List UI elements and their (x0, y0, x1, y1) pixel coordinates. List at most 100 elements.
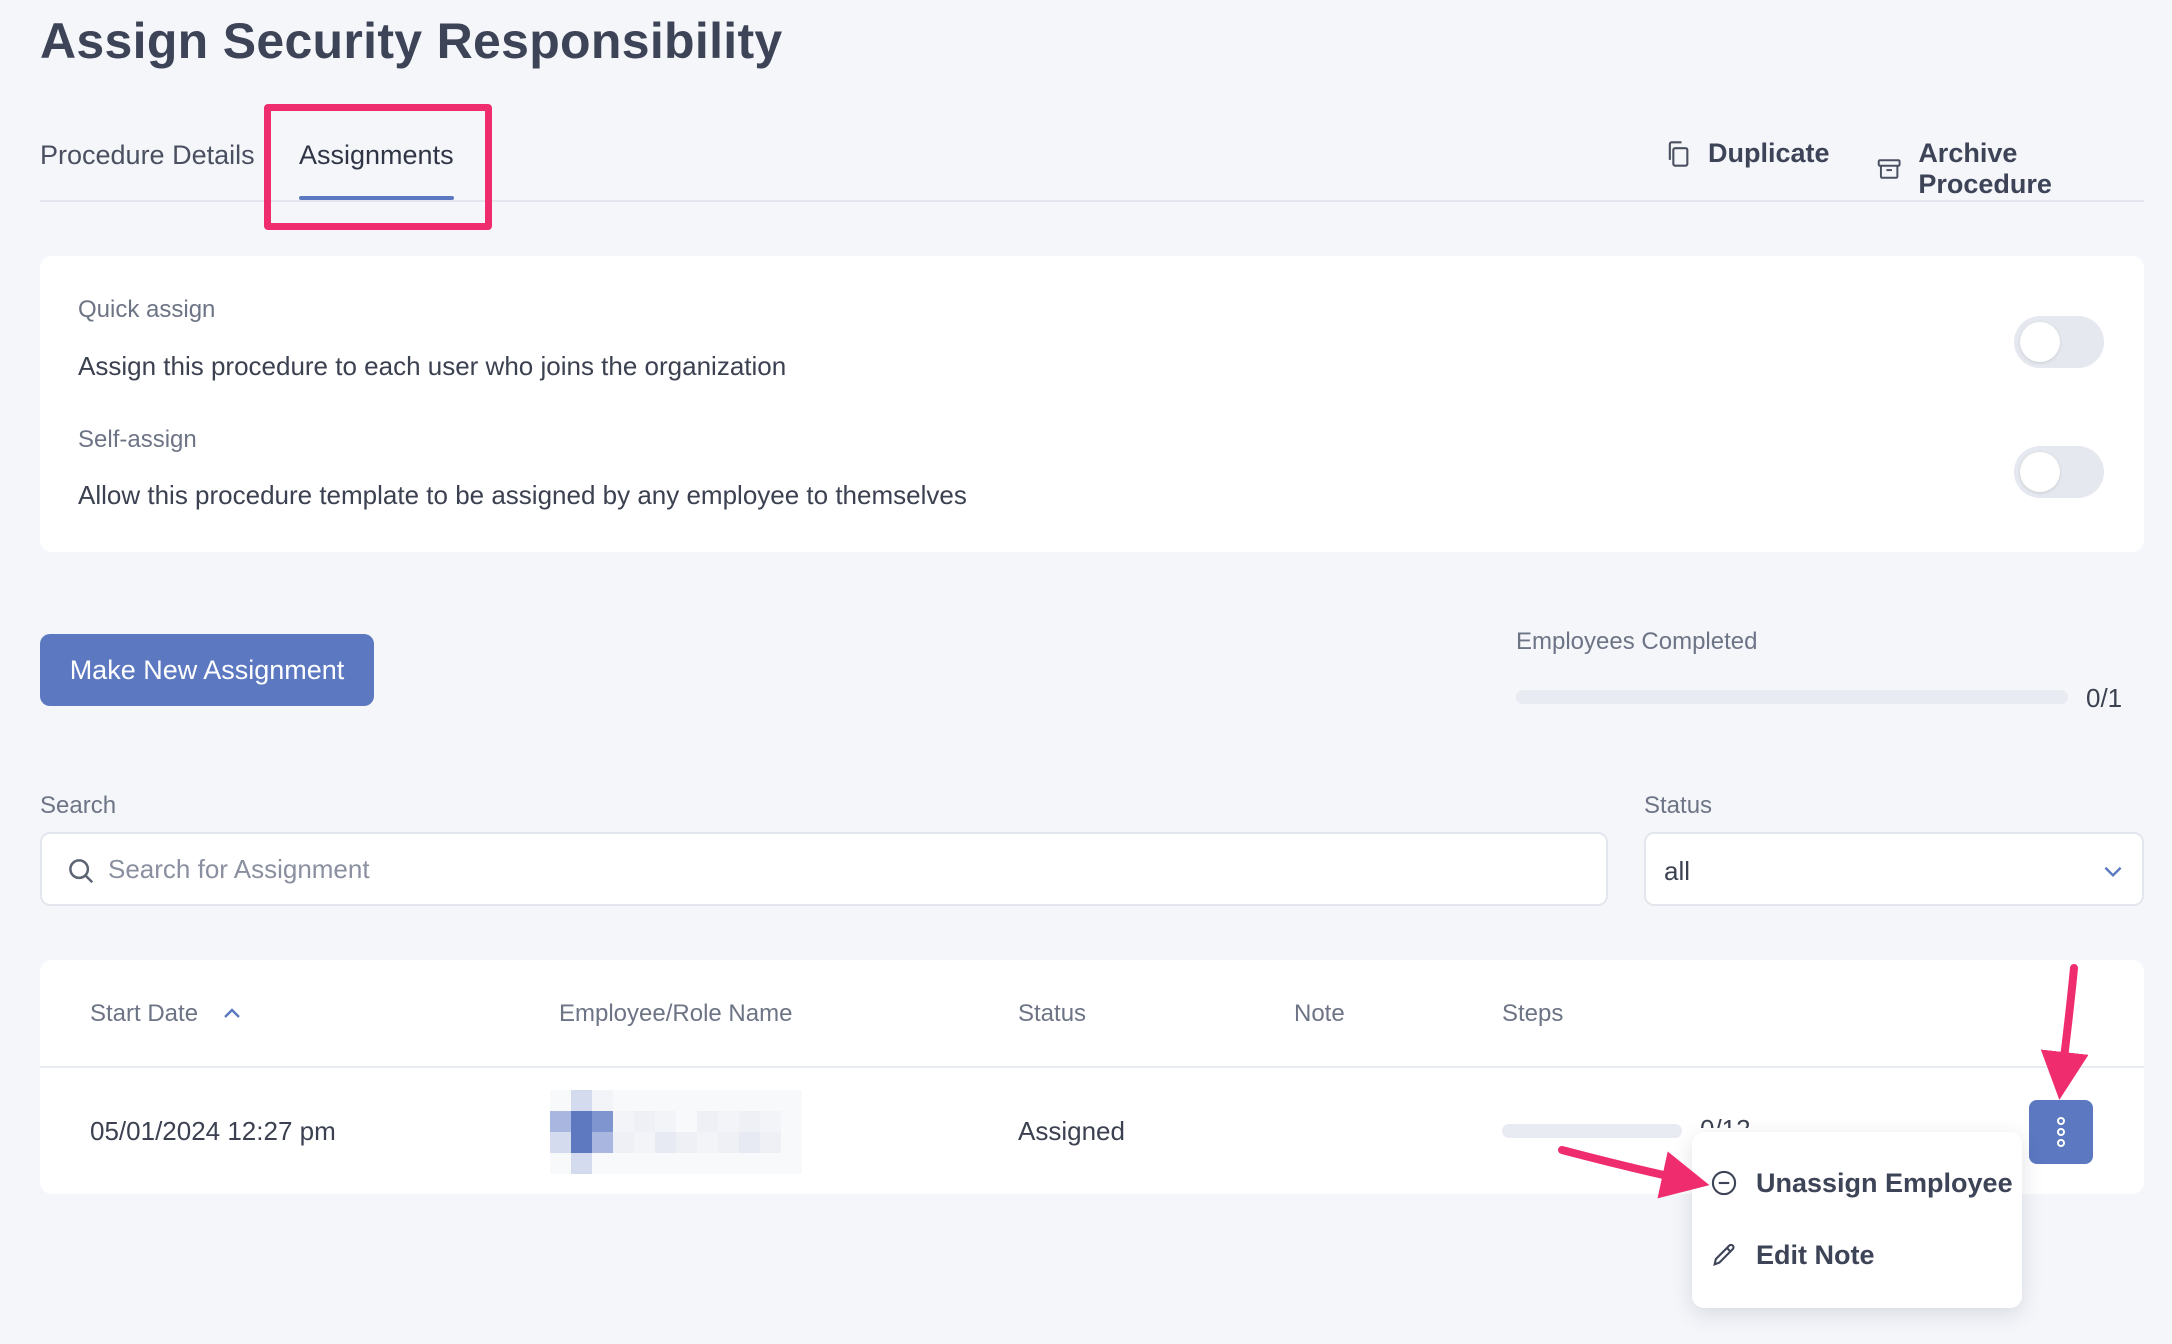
quick-assign-toggle[interactable] (2014, 316, 2104, 368)
status-select[interactable]: all (1644, 832, 2144, 906)
redaction-pixel (739, 1153, 760, 1174)
copy-icon (1668, 140, 1689, 167)
redaction-pixel (571, 1153, 592, 1174)
redaction-pixel (613, 1132, 634, 1153)
quick-assign-toggle-knob (2020, 322, 2060, 362)
redaction-pixel (676, 1132, 697, 1153)
self-assign-description: Allow this procedure template to be assi… (78, 480, 967, 510)
search-field (40, 832, 1608, 906)
minus-circle-icon (1711, 1170, 1737, 1196)
pencil-icon (1713, 1243, 1735, 1266)
unassign-employee-menu-item[interactable]: Unassign Employee (1692, 1148, 2022, 1218)
redaction-pixel (697, 1111, 718, 1132)
table-header: Start Date Employee/Role Name Status Not… (40, 960, 2144, 1068)
kebab-menu-icon (2057, 1117, 2065, 1147)
status-selected-value: all (1664, 856, 1691, 886)
archive-procedure-button[interactable]: Archive Procedure (1876, 138, 2144, 200)
redaction-pixel (634, 1153, 655, 1174)
employees-completed-progress (1516, 690, 2068, 704)
redaction-pixel (550, 1153, 571, 1174)
redaction-pixel (739, 1111, 760, 1132)
self-assign-toggle-knob (2020, 452, 2060, 492)
archive-procedure-label: Archive Procedure (1918, 138, 2052, 199)
redaction-pixel (697, 1132, 718, 1153)
redaction-pixel (697, 1090, 718, 1111)
column-header-employee: Employee/Role Name (559, 1000, 793, 1027)
employees-completed-count: 0/1 (2086, 683, 2123, 713)
search-input[interactable] (108, 844, 1588, 894)
chevron-down-icon (2104, 866, 2122, 878)
tab-procedure-details[interactable]: Procedure Details (40, 140, 255, 171)
redaction-pixel (592, 1153, 613, 1174)
self-assign-toggle[interactable] (2014, 446, 2104, 498)
redaction-pixel (613, 1090, 634, 1111)
page-title: Assign Security Responsibility (40, 13, 783, 69)
redaction-pixel (655, 1090, 676, 1111)
make-new-assignment-button[interactable]: Make New Assignment (40, 634, 374, 706)
redaction-pixel (550, 1090, 571, 1111)
column-header-status: Status (1018, 1000, 1087, 1027)
archive-icon (1877, 159, 1901, 179)
column-header-steps: Steps (1502, 1000, 1564, 1027)
redaction-pixel (739, 1090, 760, 1111)
redaction-pixel (760, 1132, 781, 1153)
redaction-pixel (634, 1111, 655, 1132)
edit-note-menu-item[interactable]: Edit Note (1692, 1220, 2022, 1290)
row-actions-menu: Unassign Employee Edit Note (1692, 1132, 2022, 1308)
redaction-pixel (760, 1090, 781, 1111)
employees-completed-label: Employees Completed (1516, 628, 1758, 655)
redaction-pixel (760, 1153, 781, 1174)
redaction-pixel (718, 1111, 739, 1132)
unassign-employee-label: Unassign Employee (1756, 1167, 2013, 1198)
redaction-pixel (760, 1111, 781, 1132)
redaction-pixel (655, 1132, 676, 1153)
duplicate-button[interactable]: Duplicate (1664, 138, 1830, 169)
redaction-pixel (571, 1111, 592, 1132)
search-icon (69, 859, 94, 884)
redaction-pixel (550, 1132, 571, 1153)
tab-highlight-box (264, 104, 492, 230)
redaction-pixel (781, 1153, 802, 1174)
column-header-start-date[interactable]: Start Date (90, 1000, 244, 1028)
redaction-pixel (781, 1132, 802, 1153)
redaction-pixel (634, 1090, 655, 1111)
sort-ascending-icon (224, 1008, 240, 1018)
redaction-pixel (676, 1090, 697, 1111)
redaction-pixel (781, 1090, 802, 1111)
redaction-pixel (718, 1153, 739, 1174)
status-label: Status (1644, 792, 1713, 819)
redacted-employee-name (550, 1090, 802, 1174)
redaction-pixel (676, 1153, 697, 1174)
self-assign-label: Self-assign (78, 426, 197, 453)
redaction-pixel (718, 1132, 739, 1153)
redaction-pixel (676, 1111, 697, 1132)
redaction-pixel (550, 1111, 571, 1132)
row-steps-progress (1502, 1124, 1682, 1138)
assignment-settings-card: Quick assign Assign this procedure to ea… (40, 256, 2144, 552)
redaction-pixel (613, 1153, 634, 1174)
redaction-pixel (655, 1111, 676, 1132)
redaction-pixel (592, 1090, 613, 1111)
redaction-pixel (634, 1132, 655, 1153)
row-status: Assigned (1018, 1116, 1125, 1146)
start-date-header-label: Start Date (90, 1000, 199, 1027)
redaction-pixel (739, 1132, 760, 1153)
quick-assign-label: Quick assign (78, 296, 216, 323)
redaction-pixel (718, 1090, 739, 1111)
redaction-pixel (613, 1111, 634, 1132)
duplicate-label: Duplicate (1708, 138, 1830, 168)
redaction-pixel (592, 1132, 613, 1153)
edit-note-label: Edit Note (1756, 1239, 1875, 1270)
redaction-pixel (571, 1132, 592, 1153)
column-header-note: Note (1294, 1000, 1345, 1027)
row-steps-count: 0/12 (1700, 1114, 1751, 1128)
search-label: Search (40, 792, 117, 819)
redaction-pixel (655, 1153, 676, 1174)
redaction-pixel (697, 1153, 718, 1174)
redaction-pixel (592, 1111, 613, 1132)
row-start-date: 05/01/2024 12:27 pm (90, 1116, 336, 1146)
redaction-pixel (571, 1090, 592, 1111)
row-actions-button[interactable] (2029, 1100, 2093, 1164)
tab-bar: Procedure Details Assignments Duplicate … (40, 100, 2144, 230)
quick-assign-description: Assign this procedure to each user who j… (78, 351, 787, 381)
